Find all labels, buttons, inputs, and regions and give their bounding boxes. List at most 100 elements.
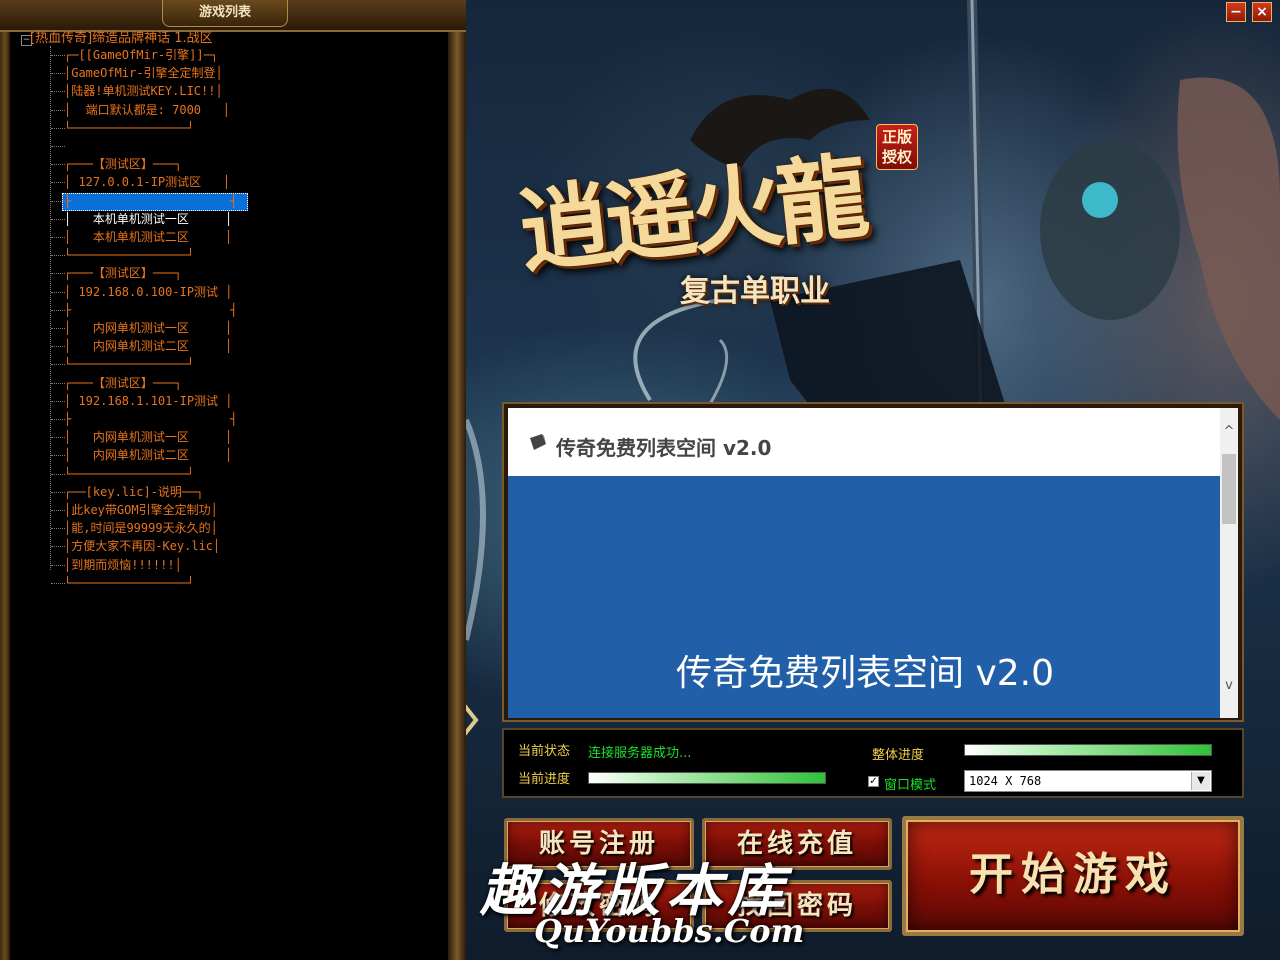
tree-branch bbox=[51, 164, 65, 166]
tree-item[interactable]: ├ ┤ bbox=[64, 410, 237, 428]
notice-body-text: 传奇免费列表空间 v2.0 bbox=[676, 653, 1055, 694]
tree-branch bbox=[51, 309, 65, 311]
tree-item[interactable]: │方便大家不再因-Key.lic│ bbox=[64, 537, 220, 555]
scroll-up-icon[interactable]: ^ bbox=[1220, 424, 1238, 444]
tree-item[interactable]: │ 127.0.0.1-IP测试区 │ bbox=[64, 173, 230, 191]
tree-item[interactable]: └────────────────┘ bbox=[64, 246, 194, 264]
scroll-down-icon[interactable]: v bbox=[1220, 678, 1238, 698]
watermark-en: QuYoubbs.Com bbox=[534, 912, 805, 950]
tree-item[interactable]: └────────────────┘ bbox=[64, 355, 194, 373]
tree-item[interactable]: │ 内网单机测试二区 │ bbox=[64, 446, 232, 464]
tree-item[interactable]: │能,时间是99999天永久的│ bbox=[64, 519, 218, 537]
armor-shape bbox=[1040, 140, 1180, 320]
tree-item[interactable]: ├ ┤ bbox=[64, 301, 237, 319]
current-progress-fill bbox=[589, 773, 825, 783]
tree-branch bbox=[51, 419, 65, 420]
notice-header: 传奇免费列表空间 v2.0 bbox=[508, 408, 1220, 476]
current-progress-label: 当前进度 bbox=[518, 772, 571, 787]
armor-gem bbox=[1082, 182, 1118, 218]
tree-branch bbox=[51, 564, 65, 566]
notice-body: 传奇免费列表空间 v2.0 bbox=[508, 476, 1220, 718]
tree-branch bbox=[51, 200, 65, 202]
game-logo-subtitle: 复古单职业 bbox=[680, 274, 830, 309]
tree-item[interactable]: │ 192.168.1.101-IP测试 │ bbox=[64, 392, 233, 410]
minimize-button[interactable]: − bbox=[1226, 2, 1246, 22]
overall-progress-label: 整体进度 bbox=[872, 748, 925, 763]
tree-branch bbox=[51, 510, 65, 511]
window-mode-label[interactable]: 窗口模式 bbox=[884, 774, 936, 793]
server-tree[interactable]: ┌─[[GameOfMir-引擎]]─┐ │GameOfMir-引擎全定制登│ │陆… bbox=[12, 30, 448, 960]
tree-branch bbox=[51, 273, 65, 275]
tree-branch bbox=[51, 328, 65, 329]
server-list-panel: ┌─[[GameOfMir-引擎]]─┐ │GameOfMir-引擎全定制登│ │陆… bbox=[0, 0, 466, 960]
tree-branch bbox=[51, 109, 65, 111]
tree-branch bbox=[51, 346, 65, 348]
resolution-value: 1024 X 768 bbox=[969, 774, 1042, 788]
tree-branch bbox=[51, 437, 65, 439]
notice-panel: 传奇免费列表空间 v2.0 传奇免费列表空间 v2.0 ^ v bbox=[508, 408, 1238, 718]
tree-item[interactable]: ┌───【测试区】───┐ bbox=[64, 374, 182, 392]
tree-item-selected[interactable]: │ 本机单机测试一区 │ bbox=[64, 210, 232, 228]
current-status-value: 连接服务器成功... bbox=[588, 746, 692, 761]
tree-item[interactable]: │ 内网单机测试一区 │ bbox=[64, 319, 232, 337]
scroll-thumb[interactable] bbox=[1222, 454, 1236, 524]
tree-item[interactable]: │陆器!单机测试KEY.LIC!!│ bbox=[64, 82, 223, 100]
panel-frame-left bbox=[0, 0, 10, 960]
tree-branch bbox=[51, 127, 65, 129]
tree-branch bbox=[51, 146, 65, 147]
tree-item[interactable]: └────────────────┘ bbox=[64, 119, 194, 137]
tree-branch bbox=[51, 364, 65, 366]
tree-item[interactable]: │此key带GOM引擎全定制功│ bbox=[64, 501, 218, 519]
tree-branch bbox=[51, 528, 65, 530]
resolution-select[interactable]: 1024 X 768 ▼ bbox=[964, 770, 1212, 792]
tree-item[interactable]: ├ ┤ bbox=[64, 192, 237, 210]
notice-title: 传奇免费列表空间 v2.0 bbox=[556, 436, 772, 460]
tree-branch bbox=[51, 400, 65, 402]
blade-arc bbox=[633, 298, 721, 402]
tree-branch bbox=[51, 382, 65, 384]
current-progress-bar bbox=[588, 772, 826, 784]
tree-branch bbox=[51, 546, 65, 548]
close-button[interactable]: × bbox=[1252, 2, 1272, 22]
chevron-down-icon[interactable]: ▼ bbox=[1191, 772, 1210, 790]
start-game-button[interactable]: 开始游戏 bbox=[902, 816, 1244, 936]
tree-item[interactable]: ┌─[[GameOfMir-引擎]]─┐ bbox=[64, 46, 218, 64]
overall-progress-fill bbox=[965, 745, 1211, 755]
notice-logo-icon bbox=[530, 434, 546, 450]
tree-branch bbox=[51, 91, 65, 93]
tree-branch bbox=[51, 218, 65, 220]
tree-branch bbox=[51, 473, 65, 475]
badge-line-2: 授权 bbox=[881, 148, 912, 166]
tree-branch bbox=[51, 55, 65, 56]
tree-item[interactable]: │ 本机单机测试二区 │ bbox=[64, 228, 232, 246]
tree-item[interactable]: │到期而烦恼!!!!!!│ bbox=[64, 556, 182, 574]
tree-item[interactable]: │ 192.168.0.100-IP测试 │ bbox=[64, 283, 233, 301]
hair-shape bbox=[1177, 77, 1280, 420]
tree-branch bbox=[51, 582, 65, 584]
tree-root-item[interactable]: [热血传奇]缔造品牌神话 1.战区 bbox=[30, 30, 213, 48]
tree-item[interactable]: │ 内网单机测试一区 │ bbox=[64, 428, 232, 446]
tree-item[interactable]: │GameOfMir-引擎全定制登│ bbox=[64, 64, 223, 82]
badge-line-1: 正版 bbox=[881, 128, 912, 146]
tree-branch bbox=[51, 255, 65, 257]
overall-progress-bar bbox=[964, 744, 1212, 756]
tree-item[interactable]: │ 内网单机测试二区 │ bbox=[64, 337, 232, 355]
tree-item[interactable]: │ 端口默认都是: 7000 │ bbox=[64, 101, 230, 119]
server-list-title: 游戏列表 bbox=[162, 0, 288, 27]
notice-scrollbar[interactable]: ^ v bbox=[1220, 408, 1238, 718]
window-mode-checkbox[interactable]: ✓ bbox=[868, 776, 879, 787]
panel-frame-right bbox=[448, 0, 466, 960]
current-status-label: 当前状态 bbox=[518, 744, 571, 759]
tree-branch bbox=[51, 455, 65, 457]
tree-branch bbox=[51, 182, 65, 184]
tree-branch bbox=[51, 291, 65, 293]
tree-item[interactable]: └────────────────┘ bbox=[64, 465, 194, 483]
tree-branch bbox=[51, 491, 65, 493]
tree-branch bbox=[51, 237, 65, 238]
tree-item[interactable]: ┌───【测试区】───┐ bbox=[64, 155, 182, 173]
tree-item[interactable]: └────────────────┘ bbox=[64, 574, 194, 592]
license-badge: 正版 授权 bbox=[876, 124, 918, 170]
tree-item[interactable]: ┌───【测试区】───┐ bbox=[64, 264, 182, 282]
light-streak bbox=[463, 418, 486, 641]
tree-item[interactable]: ┌──[key.lic]-说明──┐ bbox=[64, 483, 204, 501]
